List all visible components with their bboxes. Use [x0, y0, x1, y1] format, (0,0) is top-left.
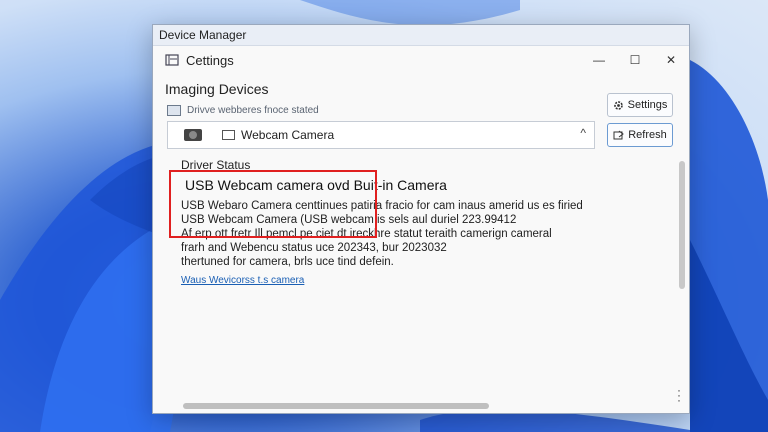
- vertical-scrollbar[interactable]: [679, 161, 685, 289]
- driver-status-line: frarh and Webencu status uce 202343, bur…: [181, 242, 447, 254]
- gear-icon: [613, 100, 623, 110]
- subheading-text: Drivve webberes fnoce stated: [187, 105, 319, 116]
- device-select-value: Webcam Camera: [241, 128, 335, 142]
- settings-button[interactable]: Settings: [607, 93, 673, 117]
- device-select[interactable]: Webcam Camera ^: [167, 121, 595, 149]
- page-heading: Imaging Devices: [165, 81, 269, 97]
- camera-icon: [184, 129, 202, 141]
- more-icon[interactable]: · · ·: [677, 384, 681, 406]
- maximize-button[interactable]: ☐: [617, 46, 653, 74]
- settings-title-bar: Cettings — ☐ ✕: [153, 46, 689, 74]
- outer-window-title: Device Manager: [153, 25, 689, 46]
- device-manager-window: Device Manager Cettings — ☐ ✕ Imaging De…: [152, 24, 690, 414]
- horizontal-scrollbar[interactable]: [183, 403, 489, 409]
- device-small-icon: [222, 130, 235, 140]
- minimize-button[interactable]: —: [581, 46, 617, 74]
- settings-app-icon: [165, 54, 179, 66]
- close-button[interactable]: ✕: [653, 46, 689, 74]
- refresh-icon: [613, 130, 625, 139]
- chevron-up-icon[interactable]: ^: [580, 126, 586, 140]
- inner-window-title: Cettings: [186, 52, 234, 68]
- device-subheading: Drivve webberes fnoce stated: [167, 105, 319, 116]
- monitor-icon: [167, 105, 181, 116]
- highlight-box: [169, 170, 377, 238]
- refresh-button[interactable]: Refresh: [607, 123, 673, 147]
- refresh-button-label: Refresh: [628, 129, 667, 141]
- settings-button-label: Settings: [627, 99, 668, 111]
- driver-status-line: thertuned for camera, brls uce tind defe…: [181, 256, 394, 268]
- camera-info-link[interactable]: Waus Wevicorss t.s camera: [181, 275, 681, 286]
